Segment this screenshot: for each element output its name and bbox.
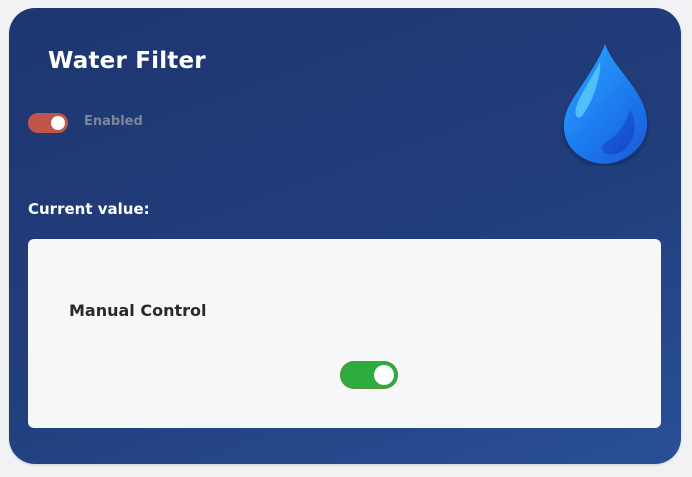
control-panel: Manual Control <box>28 239 661 428</box>
toggle-knob <box>374 365 394 385</box>
card-title: Water Filter <box>48 48 206 74</box>
device-card: Water Filter Enabled Current value: Manu… <box>9 8 681 464</box>
enabled-label: Enabled <box>84 114 143 129</box>
water-drop-icon <box>563 44 648 164</box>
manual-control-toggle[interactable] <box>340 361 398 389</box>
manual-control-label: Manual Control <box>69 301 207 320</box>
current-value-label: Current value: <box>28 200 150 218</box>
toggle-knob <box>51 116 65 130</box>
enabled-toggle[interactable] <box>28 113 68 133</box>
